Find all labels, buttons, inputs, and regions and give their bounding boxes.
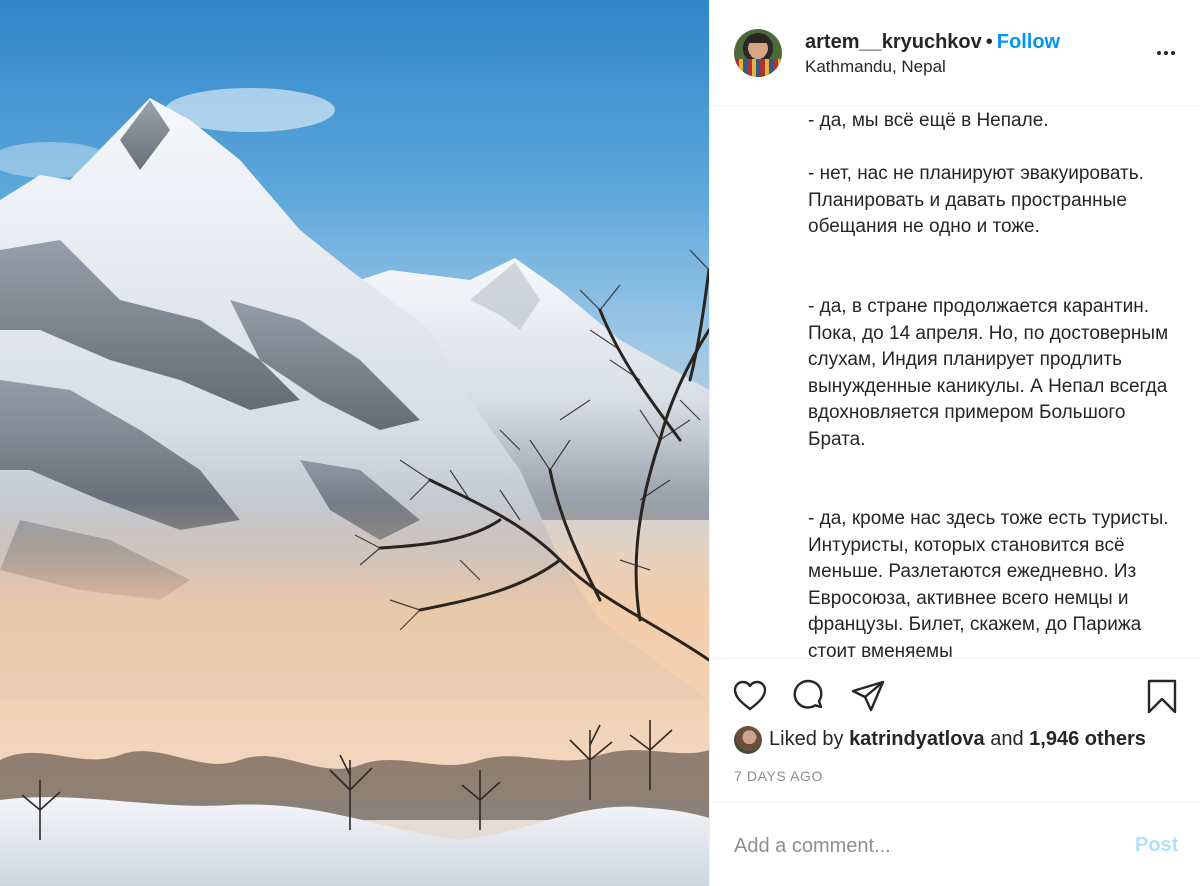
caption-paragraph: - да, мы всё ещё в Непале.: [808, 110, 1049, 131]
post-comment-button[interactable]: Post: [1135, 834, 1178, 857]
mountain-landscape-image: [0, 88, 709, 886]
caption-paragraph: - да, кроме нас здесь тоже есть туристы.…: [808, 508, 1169, 659]
liker-avatar[interactable]: [734, 726, 762, 754]
separator-dot: •: [985, 31, 993, 53]
caption-paragraph: - нет, нас не планируют эвакуировать. Пл…: [808, 163, 1144, 237]
user-avatar[interactable]: [734, 29, 782, 77]
comment-input[interactable]: [734, 831, 1114, 861]
caption-paragraph: - да, в стране продолжается карантин. По…: [808, 296, 1169, 450]
post-header: artem__kryuchkov • Follow Kathmandu, Nepal: [710, 0, 1200, 106]
likes-text: Liked by katrindyatlova and 1,946 others: [769, 728, 1146, 751]
more-horizontal-icon[interactable]: [1154, 41, 1178, 65]
comment-box: Post: [710, 802, 1200, 886]
username-link[interactable]: artem__kryuchkov: [805, 31, 982, 53]
heart-icon[interactable]: [732, 678, 772, 718]
bookmark-icon[interactable]: [1144, 678, 1184, 718]
likes-conjunction: and: [990, 728, 1024, 750]
follow-button[interactable]: Follow: [997, 31, 1060, 53]
post-photo[interactable]: [0, 0, 709, 886]
avatar-shirt: [734, 59, 782, 77]
likes-prefix: Liked by: [769, 728, 844, 750]
post-details-panel: artem__kryuchkov • Follow Kathmandu, Nepal…: [709, 0, 1200, 886]
likes-count-link[interactable]: 1,946 others: [1029, 728, 1146, 750]
avatar-hair: [747, 34, 769, 43]
location-link[interactable]: Kathmandu, Nepal: [805, 57, 946, 77]
caption-scroll-area[interactable]: - да, мы всё ещё в Непале. - нет, нас не…: [710, 106, 1200, 659]
post-timestamp[interactable]: 7 DAYS AGO: [734, 768, 823, 784]
user-line: artem__kryuchkov • Follow: [805, 31, 1060, 54]
action-bar: [710, 660, 1200, 720]
liker-username-link[interactable]: katrindyatlova: [849, 728, 985, 750]
send-icon[interactable]: [850, 678, 890, 718]
comment-icon[interactable]: [790, 678, 830, 718]
